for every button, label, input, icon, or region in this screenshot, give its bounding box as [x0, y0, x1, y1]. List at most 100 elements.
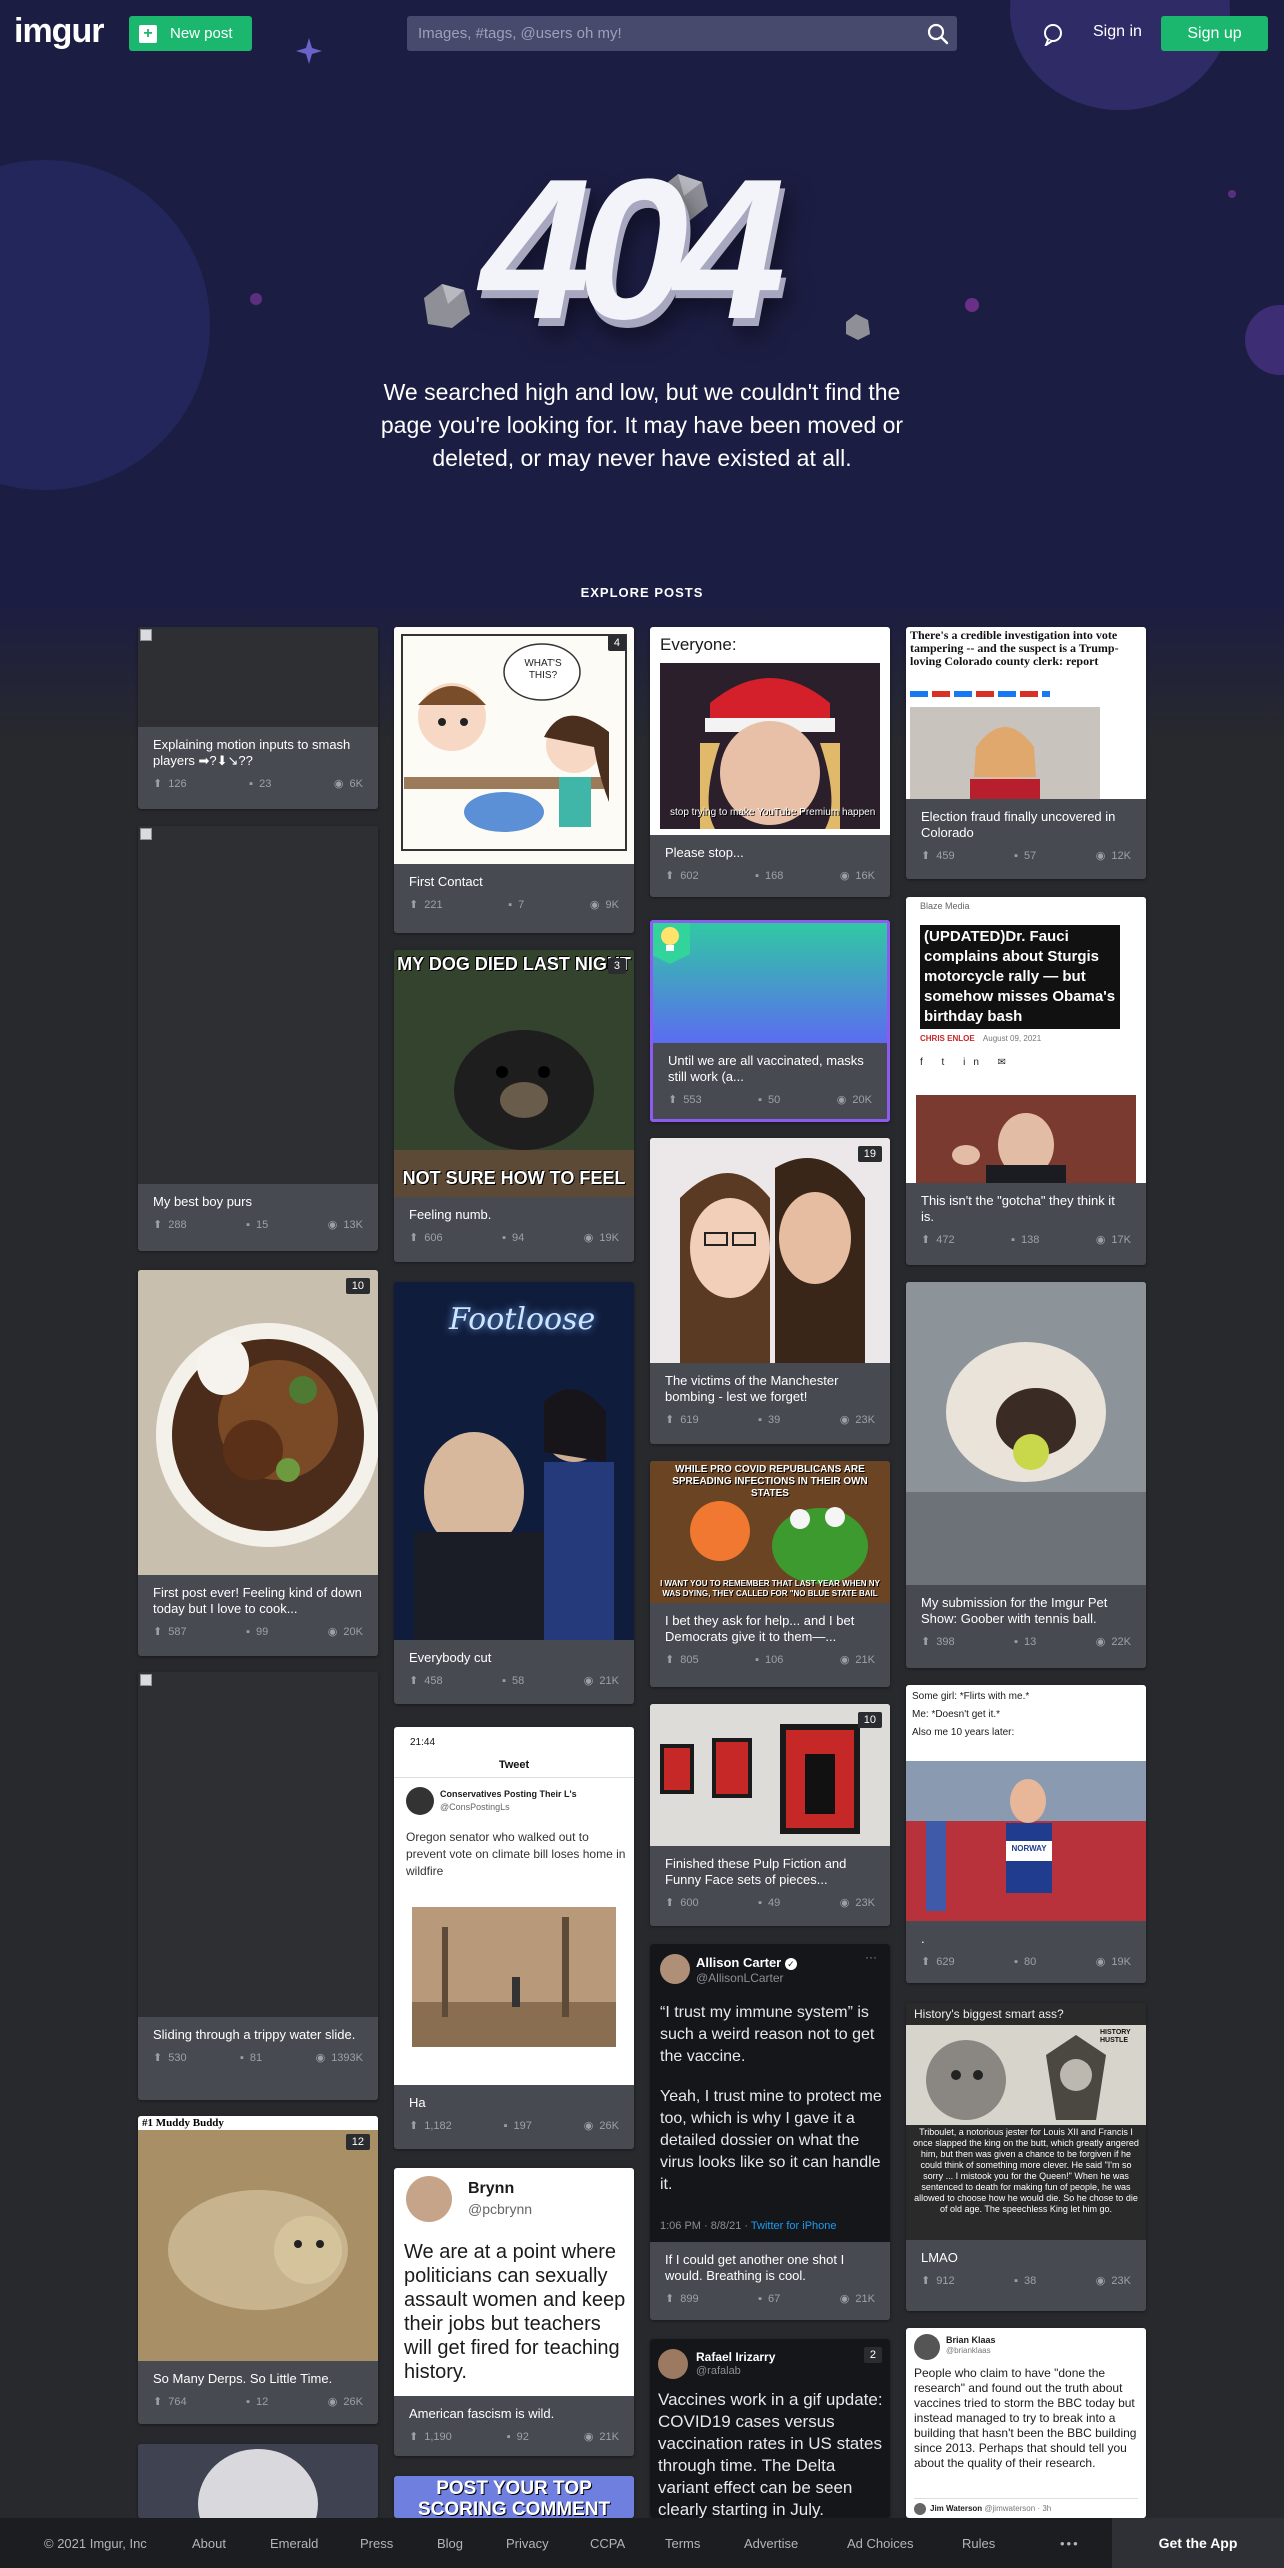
post-card[interactable] [138, 2444, 378, 2518]
comments: ▪ 49 [758, 1896, 780, 1909]
article-source: Blaze Media [920, 901, 970, 911]
more-dots-icon[interactable]: ··· [865, 1950, 877, 1964]
upvote-count: 458 [424, 1674, 443, 1687]
bear-meme-photo [394, 950, 634, 1197]
tweet-client-link[interactable]: Twitter for iPhone [751, 2220, 837, 2232]
view-count: 17K [1111, 1233, 1131, 1246]
chat-bubble-icon[interactable] [1041, 22, 1065, 46]
upvote-arrow-icon: ⬆ [921, 1956, 931, 1968]
footer-link-about[interactable]: About [192, 2536, 226, 2551]
post-card[interactable]: WHILE PRO COVID REPUBLICANS ARE SPREADIN… [650, 1461, 890, 1687]
post-card[interactable]: 19 The victims of the Manchester bombing… [650, 1138, 890, 1444]
upvote-count: 1,182 [424, 2119, 452, 2132]
upvote-arrow-icon: ⬆ [665, 2293, 675, 2305]
framed-art-photo [650, 1704, 890, 1846]
meme-text: Triboulet, a notorious jester for Louis … [913, 2127, 1139, 2214]
sign-in-link[interactable]: Sign in [1093, 23, 1142, 41]
movie-still-photo [660, 663, 880, 829]
post-image [906, 1282, 1146, 1585]
post-card-promoted[interactable]: Until we are all vaccinated, masks still… [650, 920, 890, 1122]
upvote-arrow-icon: ⬆ [665, 1897, 675, 1909]
view-count: 13K [343, 1218, 363, 1231]
comment-icon: ▪ [758, 1896, 763, 1909]
post-card[interactable]: Some girl: *Flirts with me.* Me: *Doesn'… [906, 1685, 1146, 1983]
footer-link-press[interactable]: Press [360, 2536, 393, 2551]
more-dots-icon[interactable]: ••• [1060, 2536, 1080, 2551]
image-caption: stop trying to make YouTube Premium happ… [670, 807, 876, 818]
footer-link-privacy[interactable]: Privacy [506, 2536, 549, 2551]
post-card[interactable]: Everyone: stop trying to make YouTube Pr… [650, 627, 890, 897]
post-card[interactable]: Allison Carter ✓ @AllisonLCarter ··· “I … [650, 1944, 890, 2320]
post-card[interactable]: 21:44 Tweet Conservatives Posting Their … [394, 1727, 634, 2149]
footer-link-ccpa[interactable]: CCPA [590, 2536, 625, 2551]
footer-link-terms[interactable]: Terms [665, 2536, 700, 2551]
upvote-arrow-icon: ⬆ [409, 2120, 419, 2132]
meme-top-text: WHILE PRO COVID REPUBLICANS ARE SPREADIN… [672, 1464, 868, 1499]
comment-icon: ▪ [249, 777, 254, 790]
upvotes: ⬆ 764 [153, 2395, 187, 2409]
decor-orb [1245, 305, 1284, 375]
comment-icon: ▪ [246, 1218, 251, 1231]
view-count: 16K [855, 869, 875, 882]
views: ◉ 20K [328, 1625, 363, 1639]
post-card[interactable]: Footloose Everybody cut ⬆ 458 ▪ 58 ◉ 21K [394, 1282, 634, 1704]
image-count-badge: 19 [857, 1146, 882, 1162]
post-card[interactable]: Sliding through a trippy water slide. ⬆ 5… [138, 1672, 378, 2100]
upvotes: ⬆ 629 [921, 1955, 955, 1969]
footer-link-advertise[interactable]: Advertise [744, 2536, 798, 2551]
upvotes: ⬆ 587 [153, 1625, 187, 1639]
views: ◉ 21K [584, 1674, 619, 1688]
get-the-app-button[interactable]: Get the App [1112, 2518, 1284, 2568]
post-title: . [921, 1931, 925, 1946]
sign-up-button[interactable]: Sign up [1161, 16, 1268, 51]
post-card[interactable]: MY DOG DIED LAST NIGHT NOT SURE HOW TO F… [394, 950, 634, 1262]
eye-icon: ◉ [839, 1414, 850, 1426]
post-card[interactable]: 10 Finished these Pulp Fiction and Funny… [650, 1704, 890, 1926]
footer-link-blog[interactable]: Blog [437, 2536, 463, 2551]
views: ◉ 23K [1096, 2274, 1131, 2288]
comment-icon: ▪ [502, 1231, 507, 1244]
footer-link-emerald[interactable]: Emerald [270, 2536, 318, 2551]
footer-link-rules[interactable]: Rules [962, 2536, 995, 2551]
comment-count: 13 [1024, 1635, 1037, 1648]
comment-icon: ▪ [1014, 1635, 1019, 1648]
post-card[interactable]: My submission for the Imgur Pet Show: Go… [906, 1282, 1146, 1668]
upvote-count: 398 [936, 1635, 955, 1648]
search-icon[interactable] [927, 23, 949, 45]
comment-icon: ▪ [758, 1093, 763, 1106]
footer-link-ad-choices[interactable]: Ad Choices [847, 2536, 913, 2551]
news-photo [916, 1095, 1136, 1183]
share-buttons [910, 691, 1050, 697]
post-title: First post ever! Feeling kind of down to… [153, 1585, 362, 1616]
post-card[interactable]: Blaze Media (UPDATED)Dr. Fauci complains… [906, 897, 1146, 1265]
post-card[interactable]: Rafael Irizarry @rafalab 2 Vaccines work… [650, 2339, 890, 2518]
wildfire-photo [412, 1907, 616, 2047]
upvote-count: 606 [424, 1231, 443, 1244]
post-card[interactable]: My best boy purs ⬆ 288 ▪ 15 ◉ 13K [138, 826, 378, 1251]
upvotes: ⬆ 602 [665, 869, 699, 883]
article-date: August 09, 2021 [982, 1034, 1042, 1043]
post-image: WHILE PRO COVID REPUBLICANS ARE SPREADIN… [650, 1461, 890, 1603]
post-card[interactable]: Explaining motion inputs to smash player… [138, 627, 378, 809]
post-card[interactable]: History's biggest smart ass? HISTORY HUS… [906, 2003, 1146, 2311]
post-card[interactable]: Brian Klaas @brianklaas People who claim… [906, 2328, 1146, 2518]
comment-count: 12 [256, 2395, 269, 2408]
post-card[interactable]: There's a credible investigation into vo… [906, 627, 1146, 879]
account-name-text: Allison Carter [696, 1955, 782, 1970]
eye-icon: ◉ [1095, 1956, 1106, 1968]
comment-count: 138 [1020, 1233, 1040, 1246]
article-headline: There's a credible investigation into vo… [910, 628, 1119, 668]
post-card[interactable]: Brynn @pcbrynn We are at a point where p… [394, 2168, 634, 2456]
upvote-count: 899 [680, 2292, 699, 2305]
divider [914, 2498, 1138, 2499]
post-card[interactable]: WHAT'S THIS? 4 First Contact ⬆ 221 ▪ 7 ◉ 9K [394, 627, 634, 933]
post-title: American fascism is wild. [409, 2406, 555, 2421]
search-input[interactable] [407, 16, 907, 51]
post-card[interactable]: 10 First post ever! Feeling kind of down… [138, 1270, 378, 1656]
imgur-logo[interactable]: imgur [14, 12, 104, 51]
new-post-button[interactable]: + New post [129, 16, 252, 51]
eye-icon: ◉ [839, 870, 850, 882]
post-card[interactable]: #1 Muddy Buddy 12 So Many Derps. So Litt… [138, 2116, 378, 2424]
comment-icon: ▪ [502, 1674, 507, 1687]
post-card[interactable]: POST YOUR TOP SCORING COMMENT [394, 2476, 634, 2518]
